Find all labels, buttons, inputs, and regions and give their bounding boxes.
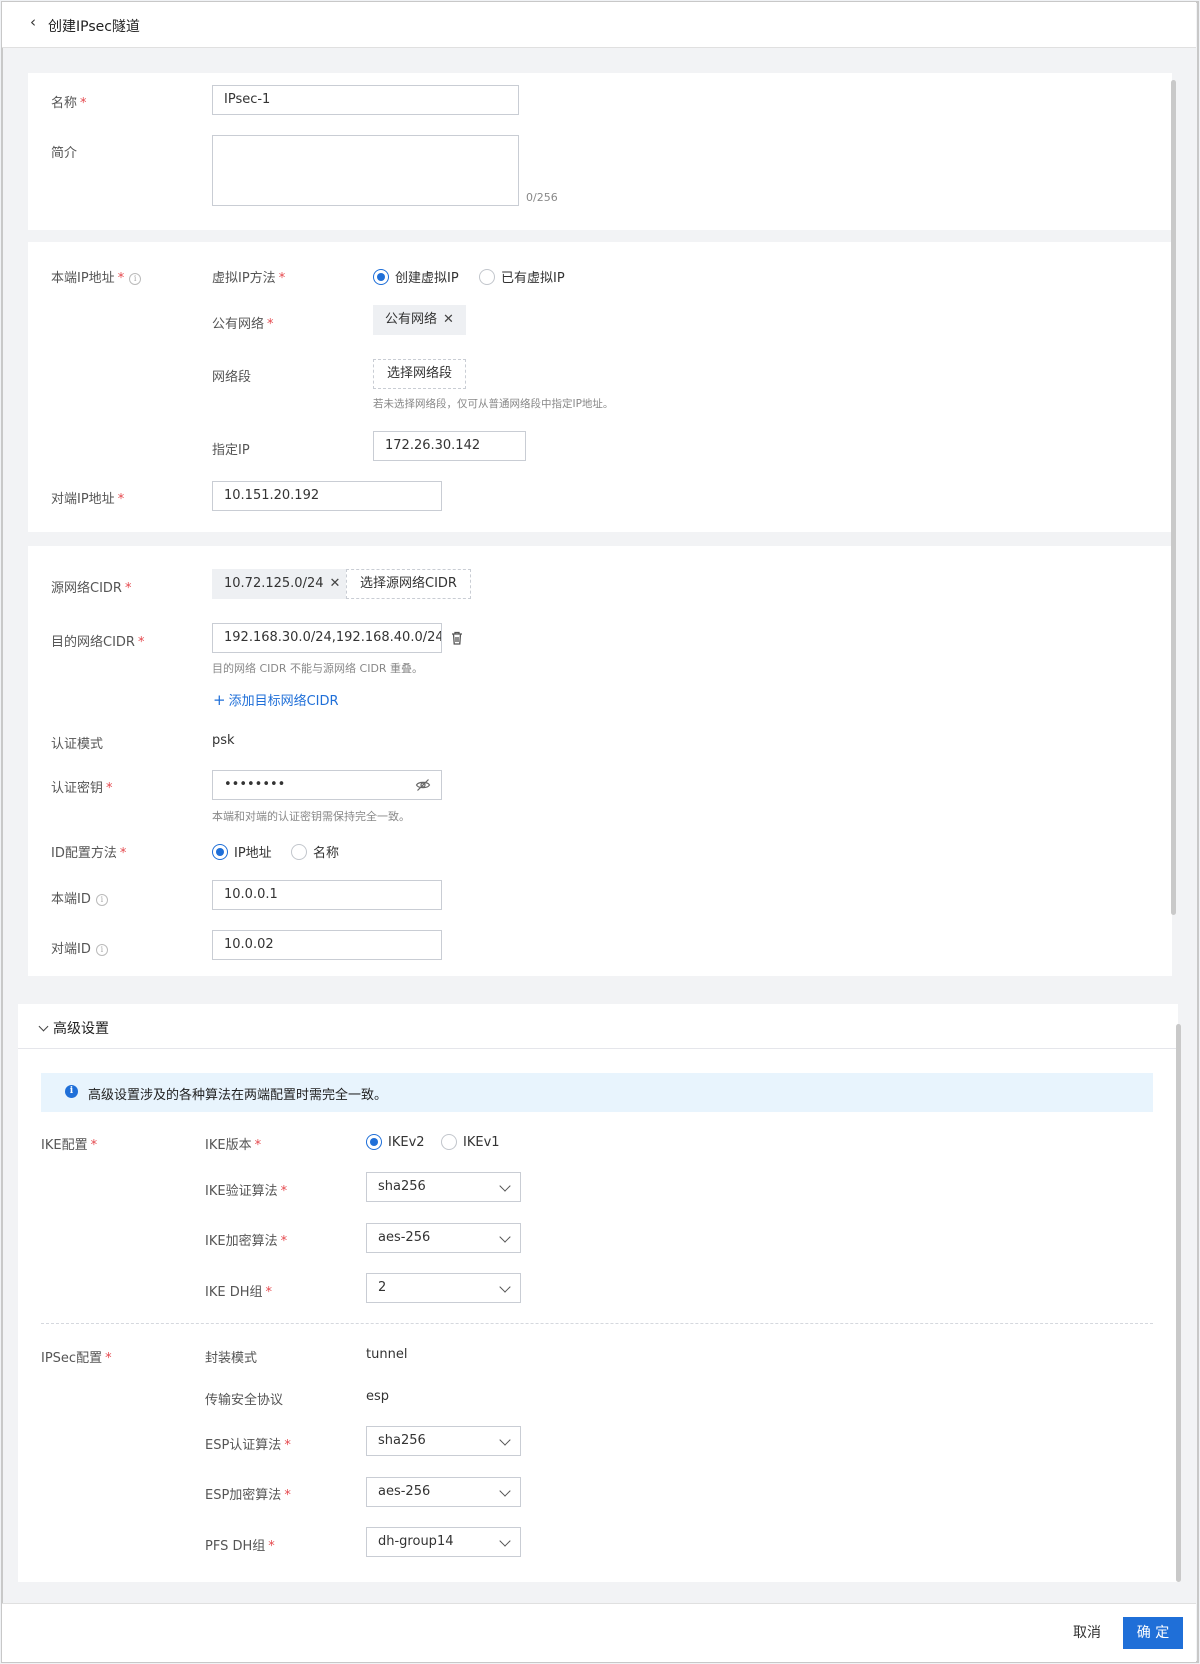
notice-banner: i 高级设置涉及的各种算法在两端配置时需完全一致。	[41, 1073, 1153, 1112]
ike-radio-v2[interactable]: IKEv2	[366, 1134, 425, 1150]
peer-ip-label: 对端IP地址 *	[51, 492, 125, 507]
esp-auth-select[interactable]: sha256	[366, 1426, 521, 1456]
local-id-label: 本端ID i	[51, 888, 108, 907]
page-header: ‹ 创建IPsec隧道	[2, 2, 1196, 48]
ike-auth-label: IKE验证算法 *	[205, 1184, 288, 1199]
basic-card	[28, 73, 1172, 230]
trash-icon[interactable]	[450, 630, 464, 646]
dst-cidr-hint: 目的网络 CIDR 不能与源网络 CIDR 重叠。	[212, 662, 424, 675]
desc-textarea[interactable]	[212, 135, 519, 206]
peer-id-input[interactable]: 10.0.02	[212, 930, 442, 960]
local-id-input[interactable]: 10.0.0.1	[212, 880, 442, 910]
chevron-down-icon	[499, 1485, 511, 1497]
divider	[41, 1323, 1153, 1324]
id-method-label: ID配置方法 *	[51, 846, 127, 861]
public-net-tag: 公有网络 ✕	[373, 305, 466, 335]
src-cidr-tag: 10.72.125.0/24 ✕	[212, 569, 353, 599]
name-input[interactable]: IPsec-1	[212, 85, 519, 115]
peer-ip-input[interactable]: 10.151.20.192	[212, 481, 442, 511]
radio-unchecked-icon[interactable]	[479, 268, 495, 285]
divider	[18, 1048, 1178, 1049]
id-radio-name[interactable]: 名称	[291, 842, 339, 861]
back-icon[interactable]: ‹	[30, 13, 36, 31]
local-ip-label: 本端IP地址 * i	[51, 267, 142, 286]
proto-value: esp	[366, 1389, 390, 1404]
eye-off-icon[interactable]	[415, 778, 431, 792]
vip-radio-existing[interactable]: 已有虚拟IP	[479, 267, 565, 286]
pfs-label: PFS DH组 *	[205, 1539, 275, 1554]
radio-checked-icon[interactable]	[366, 1134, 382, 1150]
assigned-ip-input[interactable]: 172.26.30.142	[373, 431, 526, 461]
chevron-down-icon	[499, 1434, 511, 1446]
public-net-label: 公有网络 *	[212, 317, 274, 332]
encap-label: 封装模式	[205, 1351, 258, 1366]
ike-dh-select[interactable]: 2	[366, 1273, 521, 1303]
network-card	[28, 546, 1172, 976]
ike-version-label: IKE版本 *	[205, 1138, 262, 1153]
ipsec-group-label: IPSec配置 *	[41, 1351, 112, 1366]
add-dst-cidr-link[interactable]: + 添加目标网络CIDR	[213, 690, 339, 709]
local-ip-card	[28, 242, 1172, 532]
auth-key-input[interactable]: ••••••••	[212, 770, 442, 800]
plus-icon: +	[213, 691, 226, 709]
ike-auth-select[interactable]: sha256	[366, 1172, 521, 1202]
name-label: 名称 *	[51, 96, 87, 111]
notice-text: 高级设置涉及的各种算法在两端配置时需完全一致。	[88, 1088, 388, 1103]
segment-hint: 若未选择网络段，仅可从普通网络段中指定IP地址。	[373, 398, 614, 410]
page-title: 创建IPsec隧道	[48, 19, 140, 35]
info-icon: i	[65, 1085, 78, 1098]
scrollbar[interactable]	[1171, 80, 1176, 915]
radio-checked-icon[interactable]	[212, 843, 228, 860]
chevron-down-icon	[499, 1281, 511, 1293]
auth-key-label: 认证密钥 *	[51, 781, 113, 796]
assigned-ip-label: 指定IP	[212, 443, 250, 458]
chevron-down-icon	[499, 1180, 511, 1192]
info-icon: i	[95, 893, 108, 906]
proto-label: 传输安全协议	[205, 1393, 284, 1408]
auth-mode-label: 认证模式	[51, 737, 104, 752]
src-cidr-label: 源网络CIDR *	[51, 581, 132, 596]
cancel-button[interactable]: 取消	[1073, 1617, 1101, 1649]
dst-cidr-input[interactable]: 192.168.30.0/24,192.168.40.0/24	[212, 623, 442, 653]
radio-checked-icon[interactable]	[373, 268, 389, 285]
peer-id-label: 对端ID i	[51, 938, 108, 957]
scrollbar[interactable]	[1176, 1024, 1181, 1582]
ike-group-label: IKE配置 *	[41, 1138, 98, 1153]
chevron-down-icon	[38, 1021, 49, 1032]
esp-enc-select[interactable]: aes-256	[366, 1477, 521, 1507]
vip-method-label: 虚拟IP方法 *	[212, 271, 286, 286]
select-segment-button[interactable]: 选择网络段	[373, 359, 467, 389]
footer-bar: 取消 确 定	[2, 1603, 1196, 1662]
vip-radio-create[interactable]: 创建虚拟IP	[373, 267, 459, 286]
encap-value: tunnel	[366, 1347, 408, 1362]
desc-label: 简介	[51, 146, 78, 161]
chevron-down-icon	[499, 1535, 511, 1547]
ike-dh-label: IKE DH组 *	[205, 1285, 272, 1300]
radio-unchecked-icon[interactable]	[291, 843, 307, 860]
close-icon[interactable]: ✕	[330, 576, 341, 591]
confirm-button[interactable]: 确 定	[1123, 1617, 1183, 1649]
select-src-cidr-button[interactable]: 选择源网络CIDR	[346, 569, 471, 599]
esp-enc-label: ESP加密算法 *	[205, 1488, 291, 1503]
auth-mode-value: psk	[212, 733, 235, 748]
radio-unchecked-icon[interactable]	[441, 1134, 457, 1150]
ike-radio-v1[interactable]: IKEv1	[441, 1134, 500, 1150]
pfs-select[interactable]: dh-group14	[366, 1527, 521, 1557]
id-radio-ip[interactable]: IP地址	[212, 842, 272, 861]
close-icon[interactable]: ✕	[443, 312, 454, 327]
segment-label: 网络段	[212, 370, 252, 385]
auth-key-hint: 本端和对端的认证密钥需保持完全一致。	[212, 810, 410, 823]
desc-counter: 0/256	[526, 191, 558, 204]
info-icon: i	[95, 943, 108, 956]
dst-cidr-label: 目的网络CIDR *	[51, 635, 145, 650]
ike-enc-label: IKE加密算法 *	[205, 1234, 288, 1249]
ike-enc-select[interactable]: aes-256	[366, 1223, 521, 1253]
advanced-toggle[interactable]: 高级设置	[38, 1018, 109, 1038]
chevron-down-icon	[499, 1231, 511, 1243]
info-icon: i	[129, 272, 142, 285]
esp-auth-label: ESP认证算法 *	[205, 1438, 291, 1453]
